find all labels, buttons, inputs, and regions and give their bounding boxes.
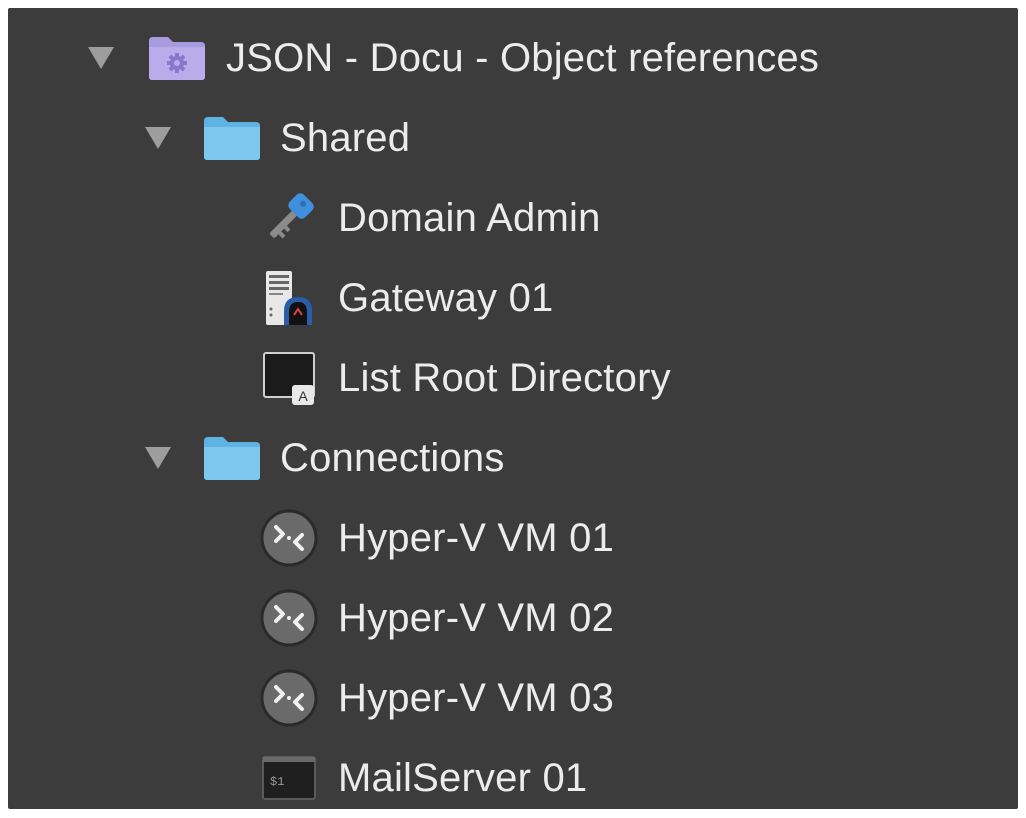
svg-text:A: A	[298, 388, 308, 404]
tree-item-connection[interactable]: Hyper-V VM 03	[8, 658, 1018, 738]
tree-item-label: MailServer 01	[338, 756, 588, 800]
remote-desktop-icon	[258, 587, 320, 649]
tree-item-label: Shared	[280, 116, 411, 160]
tree-item-label: JSON - Docu - Object references	[226, 36, 820, 80]
disclosure-triangle-expanded-icon[interactable]	[88, 47, 114, 69]
remote-desktop-icon	[258, 507, 320, 569]
gateway-server-icon	[258, 267, 320, 329]
tree-item-label: Gateway 01	[338, 276, 554, 320]
connection-tree: JSON - Docu - Object references Shared D…	[8, 18, 1018, 818]
tree-item-label: List Root Directory	[338, 356, 671, 400]
disclosure-triangle-expanded-icon[interactable]	[145, 447, 171, 469]
tree-item-folder-shared[interactable]: Shared	[8, 98, 1018, 178]
tree-item-label: Domain Admin	[338, 196, 601, 240]
terminal-session-icon: $1	[258, 747, 320, 809]
tree-item-folder-connections[interactable]: Connections	[8, 418, 1018, 498]
folder-icon	[201, 107, 263, 169]
settings-folder-icon	[146, 27, 208, 89]
terminal-script-icon: A	[258, 347, 320, 409]
tree-item-script[interactable]: A List Root Directory	[8, 338, 1018, 418]
tree-item-connection[interactable]: $1 MailServer 01	[8, 738, 1018, 818]
navigation-sidebar: JSON - Docu - Object references Shared D…	[8, 8, 1018, 809]
tree-item-gateway[interactable]: Gateway 01	[8, 258, 1018, 338]
tree-item-label: Hyper-V VM 01	[338, 516, 615, 560]
tree-item-connection[interactable]: Hyper-V VM 01	[8, 498, 1018, 578]
tree-item-root-document[interactable]: JSON - Docu - Object references	[8, 18, 1018, 98]
remote-desktop-icon	[258, 667, 320, 729]
tree-item-connection[interactable]: Hyper-V VM 02	[8, 578, 1018, 658]
tree-item-label: Hyper-V VM 02	[338, 596, 615, 640]
folder-icon	[201, 427, 263, 489]
svg-text:$1: $1	[270, 775, 284, 789]
tree-item-label: Hyper-V VM 03	[338, 676, 615, 720]
disclosure-triangle-expanded-icon[interactable]	[145, 127, 171, 149]
tree-item-label: Connections	[280, 436, 505, 480]
tree-item-credential[interactable]: Domain Admin	[8, 178, 1018, 258]
key-credential-icon	[258, 187, 320, 249]
